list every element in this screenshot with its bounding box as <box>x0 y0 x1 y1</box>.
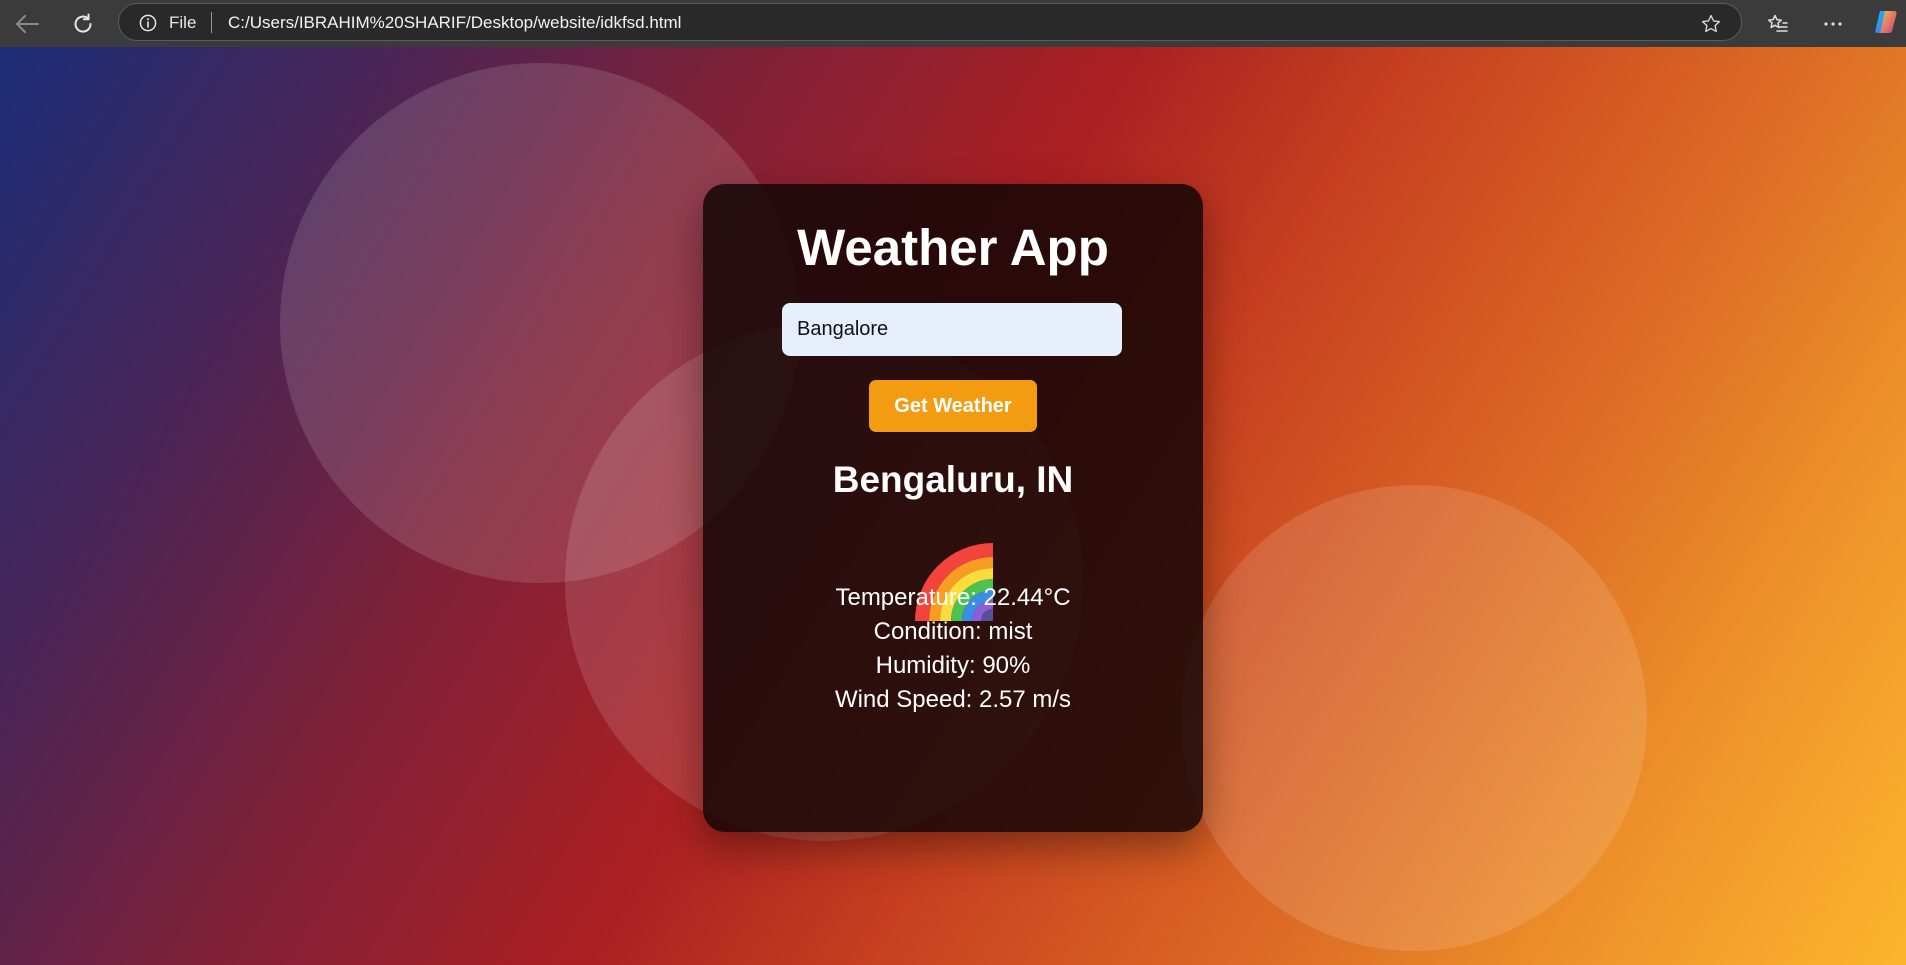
city-search-input[interactable] <box>782 303 1122 356</box>
favorite-star-icon[interactable] <box>1700 13 1722 35</box>
back-button[interactable] <box>11 8 43 40</box>
more-options-icon <box>1824 22 1842 26</box>
copilot-icon[interactable] <box>1871 7 1901 37</box>
favorites-button[interactable] <box>1762 8 1794 40</box>
address-bar[interactable]: File C:/Users/IBRAHIM%20SHARIF/Desktop/w… <box>118 3 1742 41</box>
weather-card: Weather App Get Weather Bengaluru, IN Te… <box>703 184 1203 832</box>
decorative-circle <box>1181 485 1647 951</box>
get-weather-button[interactable]: Get Weather <box>869 380 1037 432</box>
refresh-button[interactable] <box>67 8 99 40</box>
back-arrow-icon <box>16 15 39 33</box>
city-name: Bengaluru, IN <box>832 459 1074 500</box>
wind-speed-text: Wind Speed: 2.57 m/s <box>834 686 1072 713</box>
browser-toolbar: File C:/Users/IBRAHIM%20SHARIF/Desktop/w… <box>0 0 1906 47</box>
humidity-text: Humidity: 90% <box>875 652 1031 679</box>
temperature-text: Temperature: 22.44°C <box>835 584 1071 611</box>
address-separator <box>211 12 212 33</box>
refresh-icon <box>74 13 92 33</box>
info-icon[interactable] <box>139 14 157 32</box>
url-text[interactable]: C:/Users/IBRAHIM%20SHARIF/Desktop/websit… <box>228 13 681 33</box>
more-options-button[interactable] <box>1817 8 1849 40</box>
page-background: Weather App Get Weather Bengaluru, IN Te… <box>0 47 1906 965</box>
favorites-list-icon <box>1767 14 1788 32</box>
condition-text: Condition: mist <box>873 618 1033 645</box>
scheme-label: File <box>169 13 197 32</box>
app-title: Weather App <box>797 219 1109 276</box>
